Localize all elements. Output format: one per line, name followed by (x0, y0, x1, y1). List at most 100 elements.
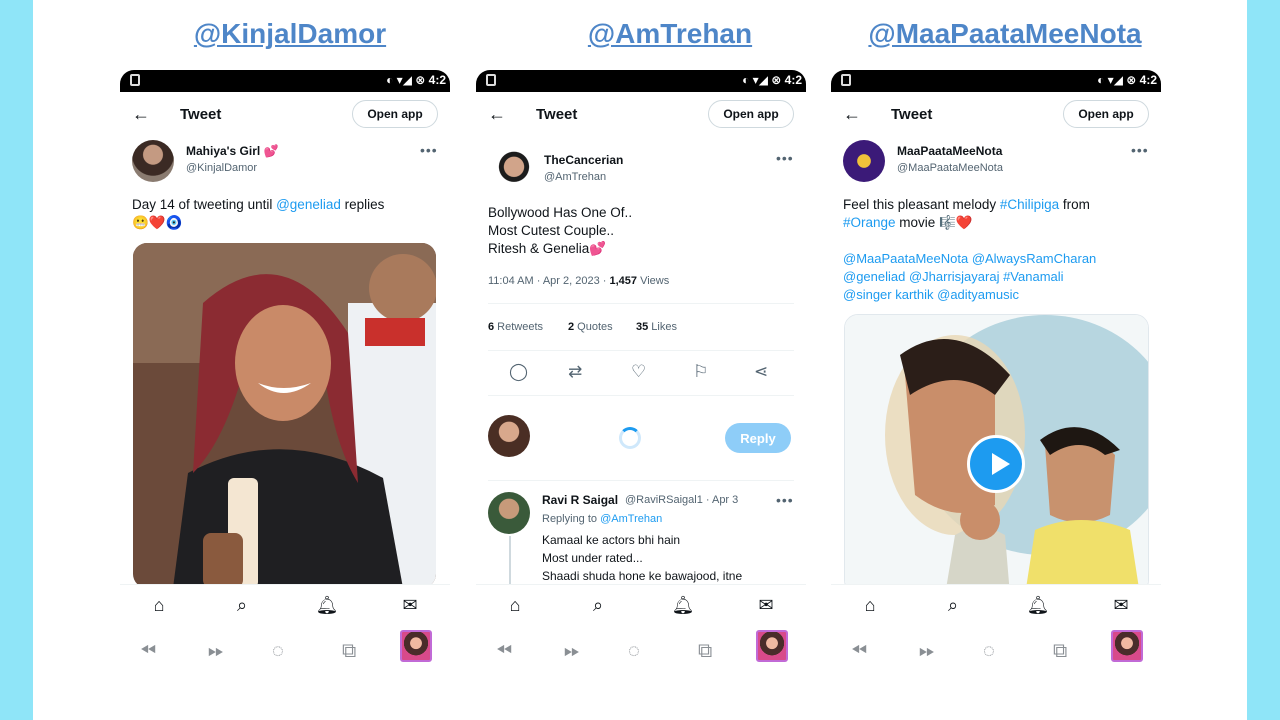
bell-icon[interactable]: 🔔︎ (315, 595, 339, 619)
divider (488, 350, 794, 351)
bell-icon[interactable]: 🔔︎ (671, 595, 695, 619)
reply-author-name[interactable]: Ravi R Saigal (542, 493, 618, 507)
rewind-icon[interactable]: ⏪︎ (140, 640, 156, 663)
retweets-stat[interactable]: 6 Retweets (488, 321, 543, 333)
column-title-maapaatameenota[interactable]: @MaaPaataMeeNota (840, 18, 1170, 58)
notification-icon (130, 74, 140, 86)
tweet-text-part: movie 🎼❤️ (895, 215, 973, 230)
browser-bar: ⏪︎ ⏩︎ ◌ ⧉ (120, 628, 450, 676)
reply-icon[interactable]: ◯ (509, 362, 528, 382)
loading-spinner-icon (619, 427, 641, 449)
browser-bar: ⏪︎ ⏩︎ ◌ ⧉ (831, 628, 1161, 676)
column-title-kinjaldamor[interactable]: @KinjalDamor (145, 18, 435, 58)
current-user-avatar[interactable] (488, 415, 530, 457)
tweet-mentions[interactable]: @MaaPaataMeeNota @AlwaysRamCharan @genel… (843, 250, 1158, 304)
author-handle[interactable]: @MaaPaataMeeNota (897, 162, 1003, 174)
author-handle[interactable]: @KinjalDamor (186, 162, 257, 174)
search-icon[interactable]: ⌕ (586, 595, 610, 619)
loading-icon: ◌ (628, 640, 640, 662)
profile-thumb[interactable] (400, 630, 432, 662)
fast-forward-icon[interactable]: ⏩︎ (564, 640, 580, 663)
reply-button[interactable]: Reply (725, 423, 791, 453)
mentions-line[interactable]: @singer karthik @adityamusic (843, 287, 1019, 302)
photo-illustration (133, 243, 436, 588)
author-name[interactable]: MaaPaataMeeNota (897, 144, 1002, 158)
loading-icon: ◌ (983, 640, 995, 662)
share-icon[interactable]: ⋖ (754, 362, 768, 382)
reply-line: Kamaal ke actors bhi hain (542, 533, 681, 547)
status-bar: ◐ ▾◢ ⊗ 4:2 (476, 70, 806, 92)
author-avatar[interactable] (493, 150, 535, 192)
tweet-text-part: from (1059, 197, 1090, 212)
views-count: 1,457 (609, 275, 638, 287)
home-icon[interactable]: ⌂ (503, 595, 527, 619)
play-icon[interactable] (967, 435, 1025, 493)
search-icon[interactable]: ⌕ (230, 595, 254, 619)
hashtag-link[interactable]: #Orange (843, 215, 896, 230)
more-options-icon[interactable]: ••• (1131, 142, 1149, 158)
reply-avatar[interactable] (488, 492, 530, 534)
more-options-icon[interactable]: ••• (776, 492, 794, 508)
back-arrow-icon[interactable]: ← (488, 104, 506, 125)
tweet-video[interactable] (844, 314, 1149, 594)
page-title: Tweet (536, 106, 578, 123)
tweet-photo[interactable] (133, 243, 436, 588)
author-handle[interactable]: @AmTrehan (544, 171, 606, 183)
back-arrow-icon[interactable]: ← (132, 104, 150, 125)
app-bar: ← Tweet Open app (120, 100, 450, 136)
column-title-amtrehan[interactable]: @AmTrehan (525, 18, 815, 58)
mail-icon[interactable]: ✉ (754, 595, 778, 619)
reply-author-handle[interactable]: @RaviRSaigal1 · Apr 3 (625, 494, 738, 506)
divider (488, 303, 794, 304)
author-avatar[interactable] (132, 140, 174, 182)
phone-kinjaldamor: ◐ ▾◢ ⊗ 4:2 ← Tweet Open app Mahiya's Gir… (120, 70, 450, 680)
mentions-line[interactable]: @geneliad @Jharrisjayaraj #Vanamali (843, 269, 1064, 284)
rewind-icon[interactable]: ⏪︎ (496, 640, 512, 663)
divider (488, 395, 794, 396)
tabs-icon[interactable]: ⧉ (698, 640, 712, 663)
more-options-icon[interactable]: ••• (776, 150, 794, 166)
author-name[interactable]: TheCancerian (544, 153, 623, 167)
screenshot-board: @KinjalDamor ◐ ▾◢ ⊗ 4:2 ← Tweet Open app… (33, 0, 1247, 720)
tabs-icon[interactable]: ⧉ (1053, 640, 1067, 663)
app-bar: ← Tweet Open app (476, 100, 806, 136)
open-app-button[interactable]: Open app (708, 100, 794, 128)
replying-to-link[interactable]: @AmTrehan (600, 513, 662, 525)
reply-line: Shaadi shuda hone ke bawajood, itne (542, 569, 743, 583)
rewind-icon[interactable]: ⏪︎ (851, 640, 867, 663)
retweet-icon[interactable]: ⇄ (568, 362, 582, 382)
search-icon[interactable]: ⌕ (941, 595, 965, 619)
phone-maapaatameenota: ◐ ▾◢ ⊗ 4:2 ← Tweet Open app MaaPaataMeeN… (831, 70, 1161, 680)
tweet-emoji: 😬❤️🧿 (132, 215, 183, 230)
tweet-timestamp[interactable]: 11:04 AM · Apr 2, 2023 · (488, 275, 609, 287)
mail-icon[interactable]: ✉ (1109, 595, 1133, 619)
tweet-text: Day 14 of tweeting until @geneliad repli… (132, 196, 442, 232)
profile-thumb[interactable] (756, 630, 788, 662)
open-app-button[interactable]: Open app (1063, 100, 1149, 128)
mentions-line[interactable]: @MaaPaataMeeNota @AlwaysRamCharan (843, 251, 1096, 266)
hashtag-link[interactable]: #Chilipiga (1000, 197, 1059, 212)
quotes-stat[interactable]: 2 Quotes (568, 321, 613, 333)
tabs-icon[interactable]: ⧉ (342, 640, 356, 663)
fast-forward-icon[interactable]: ⏩︎ (208, 640, 224, 663)
like-icon[interactable]: ♡ (631, 362, 646, 382)
page-title: Tweet (891, 106, 933, 123)
open-app-button[interactable]: Open app (352, 100, 438, 128)
likes-stat[interactable]: 35 Likes (636, 321, 677, 333)
fast-forward-icon[interactable]: ⏩︎ (919, 640, 935, 663)
home-icon[interactable]: ⌂ (147, 595, 171, 619)
bookmark-icon[interactable]: ⚐ (693, 362, 708, 382)
mention-link[interactable]: @geneliad (276, 197, 341, 212)
bottom-nav: ⌂ ⌕ 🔔︎ ✉ (120, 584, 450, 628)
bell-icon[interactable]: 🔔︎ (1026, 595, 1050, 619)
tweet-text-part: replies (340, 197, 385, 212)
tweet-meta: 11:04 AM · Apr 2, 2023 · 1,457 Views (488, 275, 669, 287)
back-arrow-icon[interactable]: ← (843, 104, 861, 125)
author-avatar[interactable] (843, 140, 885, 182)
profile-thumb[interactable] (1111, 630, 1143, 662)
home-icon[interactable]: ⌂ (858, 595, 882, 619)
more-options-icon[interactable]: ••• (420, 142, 438, 158)
author-name[interactable]: Mahiya's Girl 💕 (186, 144, 279, 158)
mail-icon[interactable]: ✉ (398, 595, 422, 619)
reply-line: Most under rated... (542, 551, 643, 565)
